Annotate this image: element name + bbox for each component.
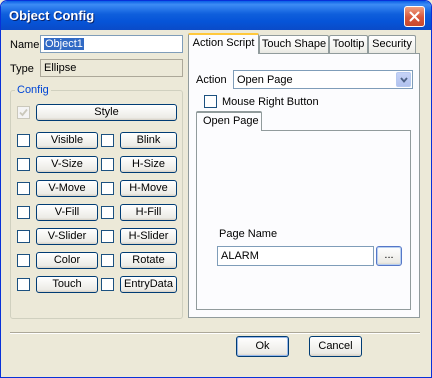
title-bar[interactable]: Object Config xyxy=(1,1,431,30)
color-checkbox[interactable] xyxy=(17,254,30,267)
visible-checkbox[interactable] xyxy=(17,134,30,147)
action-script-panel: Action Open Page Mouse Right Button Open… xyxy=(188,53,420,318)
cancel-button[interactable]: Cancel xyxy=(309,336,362,357)
tab-open-page[interactable]: Open Page xyxy=(196,111,262,131)
h-slider-checkbox[interactable] xyxy=(101,230,114,243)
touch-checkbox[interactable] xyxy=(17,278,30,291)
action-selected-value: Open Page xyxy=(237,74,293,86)
style-checkbox xyxy=(17,106,30,119)
h-size-checkbox[interactable] xyxy=(101,158,114,171)
close-button[interactable] xyxy=(404,6,425,27)
v-fill-button[interactable]: V-Fill xyxy=(36,204,98,221)
name-input[interactable]: Object1 xyxy=(40,35,183,53)
mouse-right-button-checkbox[interactable] xyxy=(204,95,217,108)
checkmark-icon xyxy=(19,108,28,117)
dialog-client: Name Object1 Type Ellipse Config Style V… xyxy=(4,30,428,376)
rotate-button[interactable]: Rotate xyxy=(120,252,177,269)
color-button[interactable]: Color xyxy=(36,252,98,269)
button-separator xyxy=(10,332,420,334)
action-label: Action xyxy=(196,74,227,86)
rotate-checkbox[interactable] xyxy=(101,254,114,267)
page-name-label: Page Name xyxy=(219,228,278,240)
page-name-input[interactable]: ALARM xyxy=(217,246,374,266)
v-move-button[interactable]: V-Move xyxy=(36,180,98,197)
blink-button[interactable]: Blink xyxy=(120,132,177,149)
object-config-dialog: Object Config Name Object1 Type Ellipse … xyxy=(0,0,432,378)
h-fill-button[interactable]: H-Fill xyxy=(120,204,177,221)
chevron-down-icon xyxy=(400,77,408,83)
v-slider-checkbox[interactable] xyxy=(17,230,30,243)
page-name-value: ALARM xyxy=(221,250,259,262)
mouse-right-button-label: Mouse Right Button xyxy=(222,96,319,108)
action-select[interactable]: Open Page xyxy=(233,70,413,89)
h-move-checkbox[interactable] xyxy=(101,182,114,195)
style-button[interactable]: Style xyxy=(36,104,177,121)
tab-touch-shape[interactable]: Touch Shape xyxy=(259,35,329,53)
type-field: Ellipse xyxy=(40,59,183,77)
dropdown-arrow-button[interactable] xyxy=(396,72,411,87)
name-label: Name xyxy=(10,39,40,51)
h-slider-button[interactable]: H-Slider xyxy=(120,228,177,245)
h-fill-checkbox[interactable] xyxy=(101,206,114,219)
h-move-button[interactable]: H-Move xyxy=(120,180,177,197)
tab-security[interactable]: Security xyxy=(368,35,416,53)
entrydata-button[interactable]: EntryData xyxy=(120,276,177,293)
tab-tooltip[interactable]: Tooltip xyxy=(329,35,368,53)
v-size-button[interactable]: V-Size xyxy=(36,156,98,173)
blink-checkbox[interactable] xyxy=(101,134,114,147)
v-move-checkbox[interactable] xyxy=(17,182,30,195)
browse-page-button[interactable]: ... xyxy=(376,246,402,266)
ok-button[interactable]: Ok xyxy=(236,336,289,357)
window-title: Object Config xyxy=(9,8,95,23)
open-page-panel: Page Name ALARM ... xyxy=(196,130,411,310)
entrydata-checkbox[interactable] xyxy=(101,278,114,291)
type-value: Ellipse xyxy=(44,62,77,74)
h-size-button[interactable]: H-Size xyxy=(120,156,177,173)
tab-action-script[interactable]: Action Script xyxy=(188,33,259,54)
v-fill-checkbox[interactable] xyxy=(17,206,30,219)
close-icon xyxy=(409,11,420,22)
v-slider-button[interactable]: V-Slider xyxy=(36,228,98,245)
type-label: Type xyxy=(10,63,34,75)
v-size-checkbox[interactable] xyxy=(17,158,30,171)
name-value: Object1 xyxy=(44,38,84,50)
config-group-title: Config xyxy=(15,84,51,96)
visible-button[interactable]: Visible xyxy=(36,132,98,149)
touch-button[interactable]: Touch xyxy=(36,276,98,293)
